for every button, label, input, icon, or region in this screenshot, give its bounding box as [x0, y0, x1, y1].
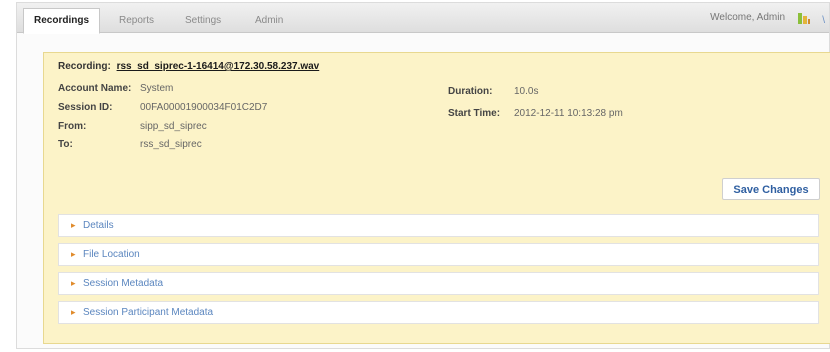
recording-file-link[interactable]: rss_sd_siprec-1-16414@172.30.58.237.wav: [117, 61, 320, 72]
start-time-label: Start Time:: [448, 108, 501, 119]
session-id-label: Session ID:: [58, 102, 113, 113]
to-value: rss_sd_siprec: [140, 139, 202, 150]
top-navigation: Recordings Reports Settings Admin Welcom…: [17, 3, 829, 34]
recording-label: Recording:: [58, 61, 111, 72]
section-session-participant-metadata[interactable]: ▸ Session Participant Metadata: [58, 301, 819, 324]
start-time-value: 2012-12-11 10:13:28 pm: [514, 108, 623, 119]
session-id-value: 00FA00001900034F01C2D7: [140, 102, 268, 113]
section-title: Session Metadata: [83, 278, 164, 289]
tab-settings[interactable]: Settings: [175, 9, 231, 33]
section-file-location[interactable]: ▸ File Location: [58, 243, 819, 266]
app-frame: Recordings Reports Settings Admin Welcom…: [16, 2, 830, 349]
from-value: sipp_sd_siprec: [140, 121, 207, 132]
section-session-metadata[interactable]: ▸ Session Metadata: [58, 272, 819, 295]
duration-value: 10.0s: [514, 86, 539, 97]
from-label: From:: [58, 121, 87, 132]
section-title: Session Participant Metadata: [83, 307, 214, 318]
header-extra: \: [822, 15, 825, 26]
recording-panel: Recording: rss_sd_siprec-1-16414@172.30.…: [43, 52, 830, 344]
account-name-label: Account Name:: [58, 83, 132, 94]
welcome-text: Welcome, Admin: [710, 12, 785, 23]
section-title: Details: [83, 220, 114, 231]
expand-arrow-icon: ▸: [71, 307, 76, 317]
expand-arrow-icon: ▸: [71, 249, 76, 259]
tab-admin[interactable]: Admin: [245, 9, 293, 33]
expand-arrow-icon: ▸: [71, 220, 76, 230]
section-title: File Location: [83, 249, 140, 260]
duration-label: Duration:: [448, 86, 493, 97]
section-details[interactable]: ▸ Details: [58, 214, 819, 237]
tab-recordings[interactable]: Recordings: [23, 8, 101, 34]
to-label: To:: [58, 139, 73, 150]
expand-arrow-icon: ▸: [71, 278, 76, 288]
recording-line: Recording: rss_sd_siprec-1-16414@172.30.…: [58, 61, 319, 72]
user-icon[interactable]: [797, 11, 811, 25]
account-name-value: System: [140, 83, 174, 94]
save-changes-button[interactable]: Save Changes: [722, 178, 820, 200]
tab-reports[interactable]: Reports: [109, 9, 164, 33]
